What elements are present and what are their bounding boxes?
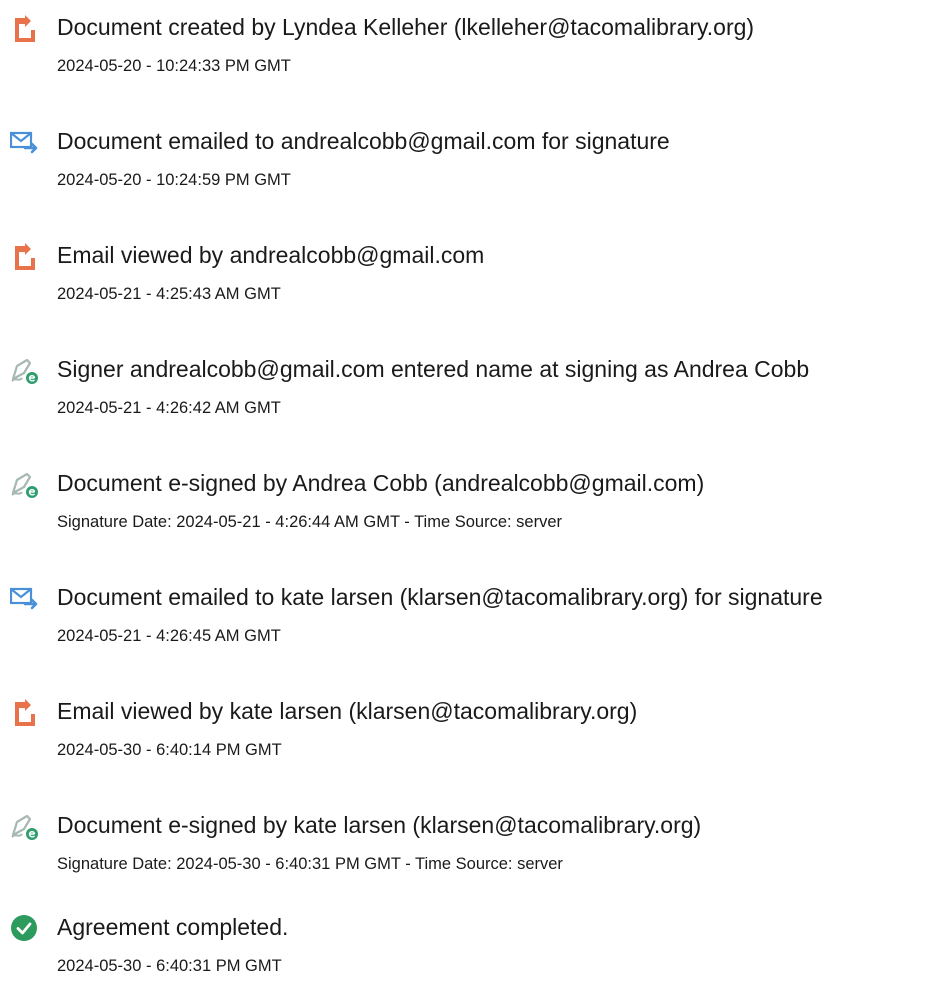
document-icon	[10, 698, 40, 728]
esign-pen-icon	[10, 812, 40, 842]
event-timestamp: 2024-05-30 - 6:40:31 PM GMT	[57, 957, 282, 975]
history-event: Email viewed by andrealcobb@gmail.com 20…	[0, 240, 948, 320]
history-event: Document e-signed by kate larsen (klarse…	[0, 810, 948, 890]
event-title: Email viewed by kate larsen (klarsen@tac…	[57, 698, 638, 724]
event-title: Document created by Lyndea Kelleher (lke…	[57, 14, 755, 40]
event-title: Document e-signed by Andrea Cobb (andrea…	[57, 470, 705, 496]
audit-history-list: Document created by Lyndea Kelleher (lke…	[0, 0, 948, 994]
history-event: Signer andrealcobb@gmail.com entered nam…	[0, 354, 948, 434]
event-timestamp: 2024-05-21 - 4:25:43 AM GMT	[57, 285, 281, 303]
event-timestamp: 2024-05-21 - 4:26:45 AM GMT	[57, 627, 281, 645]
email-sent-icon	[10, 584, 40, 614]
event-timestamp: 2024-05-21 - 4:26:42 AM GMT	[57, 399, 281, 417]
event-timestamp: Signature Date: 2024-05-21 - 4:26:44 AM …	[57, 513, 563, 531]
event-timestamp: 2024-05-20 - 10:24:33 PM GMT	[57, 57, 291, 75]
esign-pen-icon	[10, 356, 40, 386]
history-event: Agreement completed. 2024-05-30 - 6:40:3…	[0, 912, 948, 992]
event-title: Document e-signed by kate larsen (klarse…	[57, 812, 702, 838]
history-event: Document emailed to kate larsen (klarsen…	[0, 582, 948, 662]
history-event: Email viewed by kate larsen (klarsen@tac…	[0, 696, 948, 776]
document-icon	[10, 242, 40, 272]
event-title: Agreement completed.	[57, 914, 289, 940]
history-event: Document e-signed by Andrea Cobb (andrea…	[0, 468, 948, 548]
email-sent-icon	[10, 128, 40, 158]
check-circle-icon	[10, 914, 40, 944]
event-title: Document emailed to kate larsen (klarsen…	[57, 584, 823, 610]
event-title: Email viewed by andrealcobb@gmail.com	[57, 242, 485, 268]
event-timestamp: 2024-05-30 - 6:40:14 PM GMT	[57, 741, 282, 759]
event-timestamp: Signature Date: 2024-05-30 - 6:40:31 PM …	[57, 855, 563, 873]
event-title: Signer andrealcobb@gmail.com entered nam…	[57, 356, 810, 382]
event-title: Document emailed to andrealcobb@gmail.co…	[57, 128, 670, 154]
history-event: Document emailed to andrealcobb@gmail.co…	[0, 126, 948, 206]
history-event: Document created by Lyndea Kelleher (lke…	[0, 12, 948, 92]
esign-pen-icon	[10, 470, 40, 500]
event-timestamp: 2024-05-20 - 10:24:59 PM GMT	[57, 171, 291, 189]
document-icon	[10, 14, 40, 44]
